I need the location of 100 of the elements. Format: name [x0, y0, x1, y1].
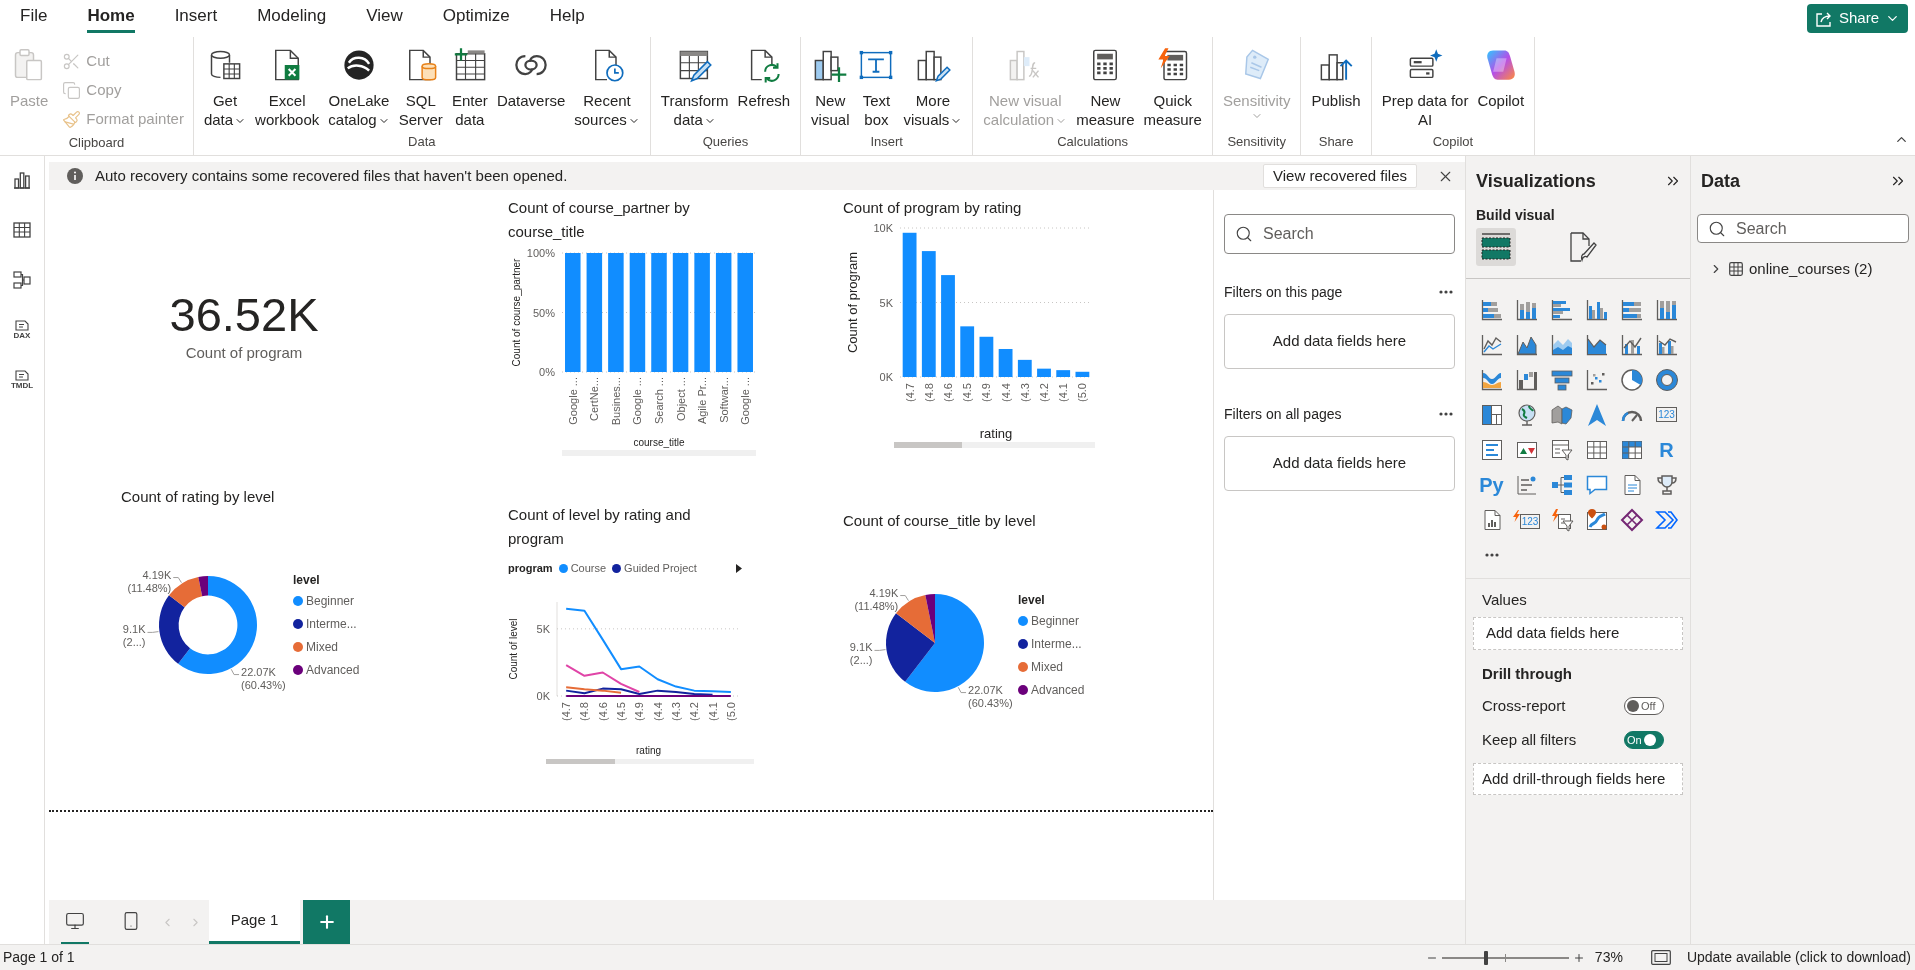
legend-label: Course — [570, 560, 607, 576]
filter-section-title: Filters on all pages — [1224, 404, 1342, 424]
legend-next-button[interactable] — [736, 563, 744, 573]
legend-label: Interme... — [306, 615, 357, 633]
page-tab[interactable]: Page 1 — [209, 900, 300, 944]
ribbon-button[interactable]: Transform data — [656, 47, 733, 129]
filter-drop-zone[interactable]: Add data fields here — [1224, 436, 1455, 491]
ribbon-group-label: Insert — [870, 133, 903, 151]
axis-tick-label: 0% — [539, 366, 555, 378]
ribbon-button[interactable]: Enter data — [447, 47, 492, 129]
axis-category-label: Busines... — [609, 377, 622, 426]
ribbon-button[interactable]: More visuals — [899, 47, 967, 129]
notification-message: Auto recovery contains some recovered files that haven't been opened. — [95, 165, 568, 186]
ribbon-button[interactable]: New measure — [1072, 47, 1139, 129]
menu-tab[interactable]: View — [366, 2, 403, 33]
legend-title: program — [508, 560, 553, 576]
bar — [1056, 370, 1071, 377]
leader-line — [147, 631, 159, 633]
view-button[interactable]: DAX — [4, 308, 40, 352]
menu-tab[interactable]: Home — [87, 2, 135, 33]
filter-drop-zone[interactable]: Add data fields here — [1224, 314, 1455, 369]
bar — [1075, 371, 1090, 377]
view-recovered-files-button[interactable]: View recovered files — [1263, 164, 1417, 188]
toggle-switch[interactable]: Off — [1624, 697, 1664, 715]
more-icon — [1439, 290, 1453, 294]
scrollbar-thumb[interactable] — [546, 759, 615, 764]
build-visual-icon — [1480, 232, 1512, 262]
toggle-switch[interactable]: On — [1624, 731, 1664, 749]
search-icon — [1708, 219, 1726, 238]
ribbon-button[interactable]: Copilot — [1473, 47, 1529, 110]
ribbon-group-label: Copilot — [1432, 133, 1474, 151]
chart-title: Count of rating by level — [121, 488, 275, 505]
ribbon-button[interactable]: Publish — [1307, 47, 1365, 110]
axis-category-label: Object ... — [674, 377, 687, 422]
axis-title: course_title — [633, 437, 685, 448]
axis-category-label: (4.7 — [560, 702, 573, 721]
search-field[interactable]: Search — [1697, 214, 1909, 243]
zoom-in-button[interactable] — [1572, 951, 1585, 964]
view-button[interactable]: TMDL — [4, 358, 40, 402]
stacked-column-chart-icon — [1514, 297, 1539, 322]
menu-tab[interactable]: Optimize — [442, 2, 510, 33]
axis-category-label: (4.3 — [1018, 383, 1031, 402]
leader-line — [957, 686, 967, 694]
menu-tab[interactable]: Modeling — [257, 2, 327, 33]
zoom-slider-thumb[interactable] — [1484, 950, 1489, 965]
ribbon-button[interactable]: Dataverse — [492, 47, 570, 110]
ribbon-button[interactable]: Excel workbook — [251, 47, 324, 129]
menu-tab[interactable]: Help — [549, 2, 585, 33]
ribbon-button[interactable]: New visual — [807, 47, 854, 129]
field-drop-zone[interactable]: Add drill-through fields here — [1473, 763, 1683, 795]
bar — [1017, 359, 1032, 377]
legend-label: Advanced — [306, 661, 360, 679]
map-pin-icon — [1584, 507, 1609, 532]
fit-to-page-button[interactable] — [1650, 949, 1671, 966]
pie-chart-icon — [1619, 367, 1644, 392]
ribbon-button[interactable]: Refresh — [733, 47, 795, 110]
share-button[interactable]: Share — [1806, 4, 1908, 33]
ribbon-button[interactable]: Get data — [199, 47, 251, 129]
ribbon-button[interactable]: OneLake catalog — [324, 47, 394, 129]
ribbon-button[interactable]: Text box — [854, 47, 899, 129]
ribbon-button[interactable]: SQL Server — [394, 47, 447, 129]
menu-tab[interactable]: File — [20, 2, 48, 33]
legend-title: level — [1018, 592, 1046, 609]
lightning-icon — [1512, 510, 1520, 522]
multi-row-card-icon — [1479, 437, 1504, 462]
bar-chart-icon — [12, 170, 32, 190]
pane-tab[interactable] — [1476, 228, 1516, 266]
tree-item[interactable]: online_courses (2) — [1691, 257, 1915, 281]
axis-tick-label: 0K — [536, 690, 550, 702]
pane-title: Data — [1701, 169, 1740, 193]
axis-tick-label: 5K — [536, 622, 550, 635]
legend-label: Guided Project — [624, 560, 697, 576]
model-diagram-icon — [12, 270, 32, 290]
search-field[interactable]: Search — [1224, 214, 1455, 254]
leader-line — [230, 668, 240, 676]
chart-title: Count of level by rating and program — [508, 506, 691, 547]
scrollbar-thumb[interactable] — [894, 442, 962, 448]
axis-title: rating — [979, 426, 1013, 441]
kpi-label: Count of program — [185, 344, 303, 362]
pane-title: Visualizations — [1476, 169, 1596, 193]
section-title: Values — [1482, 589, 1527, 610]
percent-column-chart-icon — [1654, 297, 1679, 322]
ribbon-button[interactable]: Quick measure — [1139, 47, 1206, 129]
visual-type-button[interactable]: 123 — [1649, 397, 1684, 432]
ribbon-button[interactable]: Prep data for AI — [1377, 47, 1473, 129]
chart-title: Count of course_title by level — [843, 512, 1036, 529]
add-page-button[interactable] — [303, 900, 350, 944]
axis-category-label: (4.4 — [999, 383, 1012, 402]
axis-category-label: (4.6 — [596, 702, 609, 721]
zoom-slider[interactable] — [1441, 950, 1569, 965]
legend-title: level — [293, 572, 321, 589]
search-icon — [1235, 225, 1253, 243]
field-drop-zone[interactable]: Add data fields here — [1473, 617, 1683, 650]
update-available-link[interactable]: Update available (click to download) — [1686, 947, 1911, 968]
legend-label: Interme... — [1031, 635, 1082, 653]
menu-tab[interactable]: Insert — [174, 2, 218, 33]
monitor-icon — [65, 911, 85, 931]
ribbon-group-label: Queries — [702, 133, 749, 151]
ribbon-button[interactable]: Recent sources — [570, 47, 644, 129]
visual-type-button[interactable]: 123 — [1509, 502, 1544, 537]
